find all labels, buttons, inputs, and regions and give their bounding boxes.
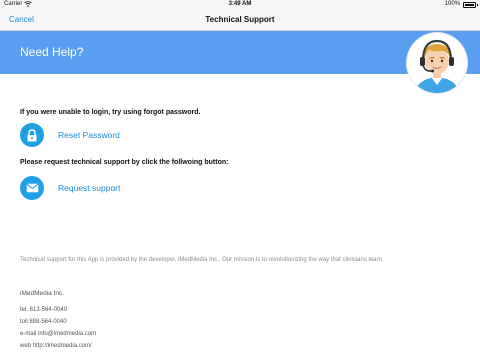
- contact-website: web http://imedmedia.com/: [20, 343, 92, 349]
- login-hint-text: If you were unable to login, try using f…: [20, 109, 201, 116]
- request-support-label[interactable]: Request support: [58, 183, 120, 193]
- battery-fill: [465, 4, 474, 6]
- contact-toll-free: toll 888-564-0040: [20, 319, 67, 325]
- clock: 3:49 AM: [228, 1, 252, 7]
- contact-phone: tel. 613-564-0040: [20, 307, 68, 313]
- lock-icon: [20, 123, 44, 147]
- support-agent-avatar: [407, 33, 467, 93]
- envelope-icon: [20, 176, 44, 200]
- battery-icon: [463, 2, 478, 8]
- status-bar: Carrier 3:49 AM 100%: [0, 0, 480, 10]
- request-support-button[interactable]: Request support: [20, 175, 120, 201]
- company-name: iMedMedia Inc.: [20, 290, 65, 297]
- battery-percent: 100%: [444, 1, 460, 7]
- technical-support-screen: Carrier 3:49 AM 100% Cancel Technical Su…: [0, 0, 480, 360]
- reset-password-label[interactable]: Reset Password: [58, 130, 120, 140]
- contact-email: e-mail info@imedmedia.com: [20, 331, 97, 337]
- support-hint-text: Please request technical support by clic…: [20, 159, 229, 166]
- help-title: Need Help?: [20, 45, 84, 59]
- developer-disclaimer: Technical support for this App is provid…: [20, 257, 384, 263]
- navigation-bar: Cancel Technical Support: [0, 10, 480, 31]
- reset-password-button[interactable]: Reset Password: [20, 122, 120, 148]
- page-title: Technical Support: [205, 15, 275, 24]
